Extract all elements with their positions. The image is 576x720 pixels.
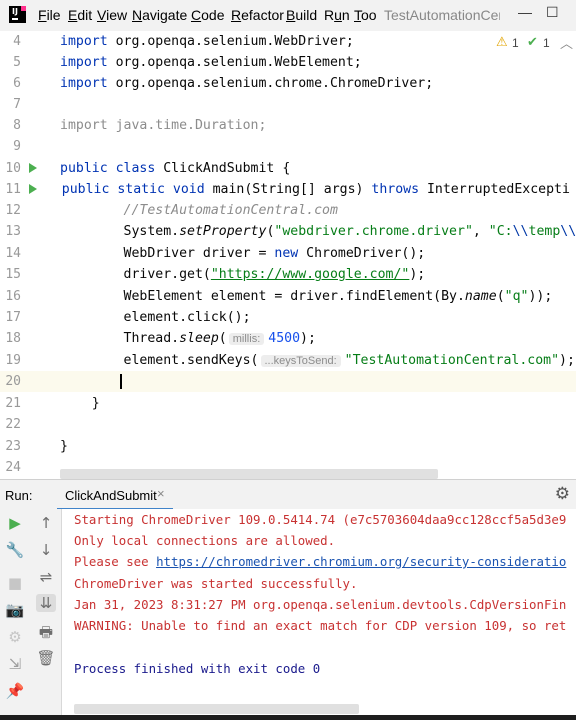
line-number: 21 xyxy=(5,396,21,411)
code-line: 6 import org.openqa.selenium.chrome.Chro… xyxy=(0,73,576,94)
taskbar-edge xyxy=(0,715,576,720)
console-line: Starting ChromeDriver 109.0.5414.74 (e7c… xyxy=(74,512,567,527)
line-number: 11 xyxy=(5,182,21,197)
code-line: 5 import org.openqa.selenium.WebElement; xyxy=(0,52,576,73)
code-line: 11 public static void main(String[] args… xyxy=(0,179,576,200)
code-line: 16 WebElement element = driver.findEleme… xyxy=(0,286,576,307)
line-number: 22 xyxy=(5,417,21,432)
code-line: 14 WebDriver driver = new ChromeDriver()… xyxy=(0,243,576,264)
code-editor[interactable]: ⚠ 1 ✔ 1 ︿ 4 import org.openqa.selenium.W… xyxy=(0,31,576,479)
rerun-icon[interactable]: ▶ xyxy=(5,514,25,532)
soft-wrap-icon[interactable]: ⇌ xyxy=(36,568,56,586)
pin-icon[interactable]: 📌 xyxy=(5,682,25,700)
code-line: 22 xyxy=(0,414,576,435)
line-number: 10 xyxy=(5,161,21,176)
stop-icon[interactable]: ■ xyxy=(5,574,25,592)
code-line: 15 driver.get("https://www.google.com/")… xyxy=(0,264,576,285)
menu-refactor[interactable]: Refactor xyxy=(231,7,284,23)
menu-view[interactable]: View xyxy=(97,7,127,23)
code-line: 19 element.sendKeys(...keysToSend: "TestA… xyxy=(0,350,576,371)
run-tab-clickandsubmit[interactable]: ClickAndSubmit × xyxy=(57,480,173,511)
security-link[interactable]: https://chromedriver.chromium.org/securi… xyxy=(156,554,566,569)
line-number: 23 xyxy=(5,439,21,454)
console-line: Only local connections are allowed. xyxy=(74,533,336,548)
line-number: 24 xyxy=(5,460,21,475)
code-line: 8 import java.time.Duration; xyxy=(0,115,576,136)
console-horizontal-scrollbar[interactable] xyxy=(74,704,359,714)
run-tab-label: ClickAndSubmit xyxy=(65,488,157,503)
code-line: 13 System.setProperty("webdriver.chrome.… xyxy=(0,221,576,242)
console-line: Jan 31, 2023 8:31:27 PM org.openqa.selen… xyxy=(74,597,567,612)
console-output[interactable]: Starting ChromeDriver 109.0.5414.74 (e7c… xyxy=(62,509,576,715)
line-number: 17 xyxy=(5,310,21,325)
current-line: 20 xyxy=(0,371,576,392)
parameter-hint: millis: xyxy=(228,333,265,345)
exit-icon[interactable]: ⇲ xyxy=(5,655,25,673)
line-number: 16 xyxy=(5,289,21,304)
console-line: WARNING: Unable to find an exact match f… xyxy=(74,618,567,633)
maximize-button[interactable]: ☐ xyxy=(546,4,559,21)
menu-code[interactable]: Code xyxy=(191,7,224,23)
line-number: 12 xyxy=(5,203,21,218)
menu-build[interactable]: Build xyxy=(286,7,317,23)
editor-horizontal-scrollbar[interactable] xyxy=(60,469,438,479)
line-number: 13 xyxy=(5,224,21,239)
wrench-icon[interactable]: 🔧 xyxy=(5,541,25,559)
line-number: 18 xyxy=(5,331,21,346)
scroll-to-end-icon[interactable]: ⇊ xyxy=(36,594,56,612)
camera-icon[interactable]: 📷 xyxy=(5,601,25,619)
code-line: 9 xyxy=(0,136,576,157)
arrow-down-icon[interactable]: ↓ xyxy=(36,541,56,559)
run-label: Run: xyxy=(5,488,33,503)
menu-tools[interactable]: Too xyxy=(354,7,377,23)
run-toolbar-right: ↑ ↓ ⇌ ⇊ 🖶 🗑 xyxy=(31,509,62,715)
menu-file[interactable]: File xyxy=(38,7,61,23)
console-exit-line: Process finished with exit code 0 xyxy=(74,661,321,676)
window-title: TestAutomationCentr xyxy=(384,7,500,23)
menu-edit[interactable]: Edit xyxy=(68,7,92,23)
line-number: 4 xyxy=(13,34,21,49)
intellij-logo-icon: IJ xyxy=(9,6,26,23)
line-number: 19 xyxy=(5,353,21,368)
line-number: 20 xyxy=(5,374,21,389)
code-line: 7 xyxy=(0,94,576,115)
code-line: 17 element.click(); xyxy=(0,307,576,328)
console-line: Please see https://chromedriver.chromium… xyxy=(74,554,567,569)
run-toolbar-left: ▶ 🔧 ■ 📷 ⚙ ⇲ 📌 xyxy=(0,509,32,715)
minimize-button[interactable]: — xyxy=(518,4,532,20)
arrow-up-icon[interactable]: ↑ xyxy=(36,514,56,532)
code-line: 10 public class ClickAndSubmit { xyxy=(0,158,576,179)
code-line: 23 } xyxy=(0,436,576,457)
menu-navigate[interactable]: Navigate xyxy=(132,7,187,23)
print-icon[interactable]: 🖶 xyxy=(36,622,56,647)
line-number: 15 xyxy=(5,267,21,282)
line-number: 9 xyxy=(13,139,21,154)
code-line: 18 Thread.sleep(millis: 4500); xyxy=(0,328,576,349)
parameter-hint: ...keysToSend: xyxy=(260,355,341,367)
gear-icon[interactable]: ⚙ xyxy=(555,484,570,504)
console-line: ChromeDriver was started successfully. xyxy=(74,576,358,591)
trash-icon[interactable]: 🗑 xyxy=(36,649,56,667)
text-caret xyxy=(120,374,122,389)
title-bar: IJ File Edit View Navigate Code Refactor… xyxy=(0,0,576,31)
line-number: 14 xyxy=(5,246,21,261)
code-line: 21 } xyxy=(0,393,576,414)
settings-icon[interactable]: ⚙ xyxy=(5,628,25,646)
menu-run[interactable]: Run xyxy=(324,7,350,23)
run-panel-header: Run: ClickAndSubmit × ⚙ xyxy=(0,479,576,511)
line-number: 8 xyxy=(13,118,21,133)
close-tab-icon[interactable]: × xyxy=(157,486,165,501)
run-class-icon[interactable] xyxy=(29,163,37,173)
line-number: 7 xyxy=(13,97,21,112)
code-line: 4 import org.openqa.selenium.WebDriver; xyxy=(0,31,576,52)
code-line: 12 //TestAutomationCentral.com xyxy=(0,200,576,221)
line-number: 5 xyxy=(13,55,21,70)
line-number: 6 xyxy=(13,76,21,91)
